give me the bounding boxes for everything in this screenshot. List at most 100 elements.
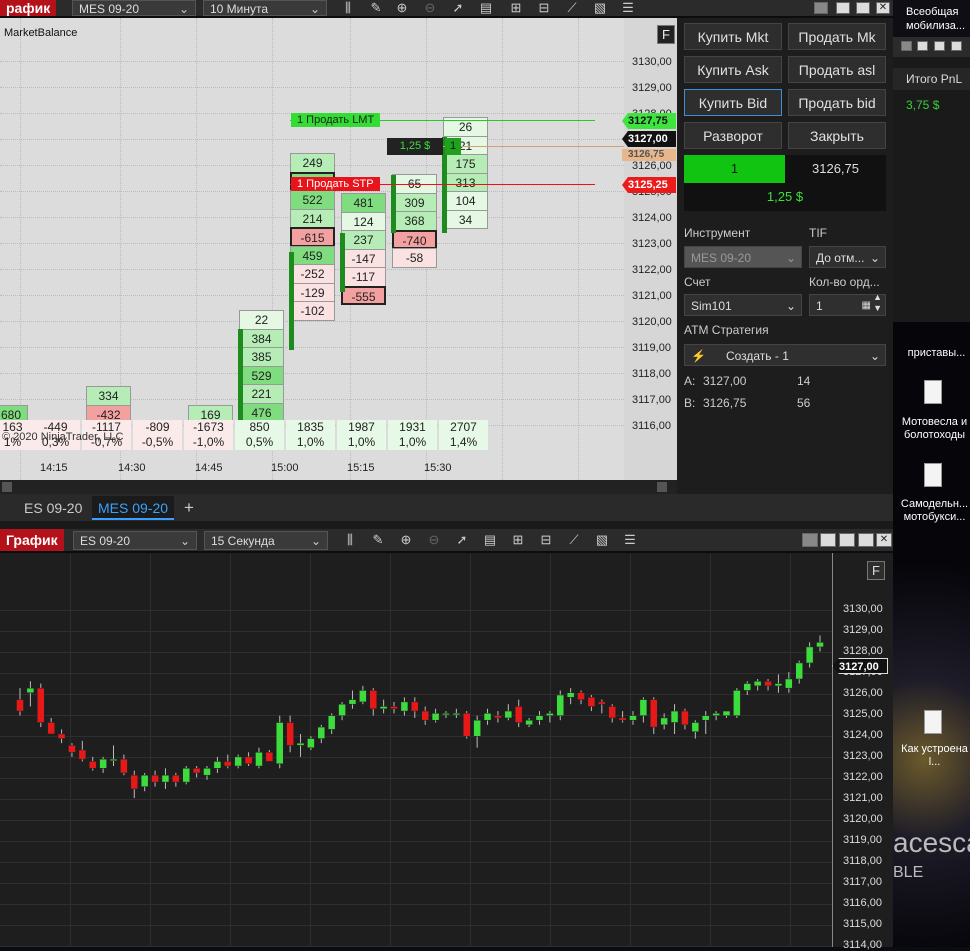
news-title: Всеобщая мобилиза... bbox=[906, 6, 966, 32]
atm-strategy-select[interactable]: ⚡ Создать - 1 ⌄ bbox=[684, 344, 886, 366]
bottom-f-button[interactable]: F bbox=[867, 561, 885, 580]
pnl-minimize2-button[interactable] bbox=[917, 41, 928, 51]
templates-icon[interactable]: ▧ bbox=[590, 0, 610, 16]
position-pnl-tag[interactable]: 1,25 $ bbox=[387, 138, 443, 155]
candle-body bbox=[327, 715, 336, 730]
pnl-maximize-button[interactable] bbox=[934, 41, 945, 51]
top-price-axis[interactable]: 3130,003129,003128,003127,003126,003125,… bbox=[624, 18, 677, 480]
candlestick-chart[interactable] bbox=[0, 553, 832, 947]
strategies-icon[interactable]: ⊟ bbox=[536, 532, 556, 548]
zoom-in-icon[interactable]: ⊕ bbox=[392, 0, 412, 16]
templates-icon[interactable]: ▧ bbox=[592, 532, 612, 548]
price-axis-label: 3129,00 bbox=[632, 82, 672, 94]
account-select[interactable]: Sim101 ⌄ bbox=[684, 294, 802, 316]
sell-stp-price-marker: 3125,25 bbox=[622, 177, 676, 193]
buy-bid-button[interactable]: Купить Bid bbox=[684, 89, 782, 116]
sell-ask-button[interactable]: Продать asl bbox=[788, 56, 886, 83]
top-window-title[interactable]: рафик bbox=[0, 0, 57, 16]
top-restore-button[interactable] bbox=[836, 2, 850, 14]
top-interval-select[interactable]: 10 Минута ⌄ bbox=[203, 0, 327, 16]
footprint-plot[interactable]: MarketBalance 680 334 -432 169 22 384 385 529 22… bbox=[0, 18, 624, 480]
scroll-left-icon[interactable] bbox=[2, 482, 12, 492]
footprint-column[interactable]: 334 -432 bbox=[86, 386, 131, 424]
pnl-minimize-button[interactable] bbox=[901, 41, 912, 51]
bottom-maximize-button[interactable] bbox=[858, 533, 874, 547]
data-box-icon[interactable]: ▤ bbox=[480, 532, 500, 548]
candle-body bbox=[57, 733, 66, 739]
desktop-icon-label-3[interactable]: Как устроена l... bbox=[899, 743, 970, 769]
indicators-icon[interactable]: ⊞ bbox=[506, 0, 526, 16]
reverse-button[interactable]: Разворот bbox=[684, 122, 782, 149]
top-maximize-button[interactable] bbox=[856, 2, 870, 14]
bottom-close-button[interactable]: ✕ bbox=[876, 533, 892, 547]
footprint-column[interactable]: 26 21 175 313 104 34 bbox=[443, 117, 488, 229]
sell-bid-button[interactable]: Продать bid bbox=[788, 89, 886, 116]
zoom-out-icon[interactable]: ⊖ bbox=[420, 0, 440, 16]
chart-trader-panel: Купить Mkt Продать Mk Купить Ask Продать… bbox=[677, 18, 893, 494]
candle-body bbox=[566, 692, 575, 698]
buy-mkt-button[interactable]: Купить Mkt bbox=[684, 23, 782, 50]
scroll-right-icon[interactable] bbox=[657, 482, 667, 492]
bottom-chart-area[interactable]: 3130,00 3129,00 3128,003127,00 3126,00 3125,… bbox=[0, 553, 893, 951]
properties-icon[interactable]: ☰ bbox=[618, 0, 638, 16]
top-instrument-select[interactable]: MES 09-20 ⌄ bbox=[72, 0, 196, 16]
zoom-out-icon[interactable]: ⊖ bbox=[424, 532, 444, 548]
footprint-column[interactable]: 481 124 237 -147 -117 -555 bbox=[341, 193, 386, 305]
top-f-button[interactable]: F bbox=[657, 25, 675, 44]
footprint-cell: 237 bbox=[341, 230, 386, 250]
zoom-in-icon[interactable]: ⊕ bbox=[396, 532, 416, 548]
footprint-cell: -58 bbox=[392, 248, 437, 268]
sell-stp-tag[interactable]: 1 Продать STP bbox=[291, 177, 380, 191]
top-chart-area[interactable]: MarketBalance 680 334 -432 169 22 384 385 529 22… bbox=[0, 18, 677, 480]
top-horizontal-scrollbar[interactable] bbox=[0, 480, 677, 494]
footprint-column[interactable]: 22 384 385 529 221 476 bbox=[239, 310, 284, 422]
bottom-instrument-select[interactable]: ES 09-20 ⌄ bbox=[73, 531, 197, 550]
bid-price: 3126,75 bbox=[703, 396, 747, 410]
spin-arrows-icon[interactable]: ▲ ▼ bbox=[873, 292, 882, 314]
pencil-icon[interactable]: ✎ bbox=[366, 0, 386, 16]
top-minimize-button[interactable] bbox=[814, 2, 828, 14]
document-icon[interactable] bbox=[924, 380, 942, 404]
drawing-tools-icon[interactable]: ⟋ bbox=[562, 0, 582, 16]
close-position-button[interactable]: Закрыть bbox=[788, 122, 886, 149]
strategies-icon[interactable]: ⊟ bbox=[534, 0, 554, 16]
bottom-restore-button[interactable] bbox=[839, 533, 855, 547]
bid-label: B: bbox=[684, 396, 696, 410]
properties-icon[interactable]: ☰ bbox=[620, 532, 640, 548]
news-widget[interactable]: Всеобщая мобилиза... bbox=[893, 0, 970, 37]
footprint-cell: 529 bbox=[239, 365, 284, 385]
sell-mkt-button[interactable]: Продать Mk bbox=[788, 23, 886, 50]
pencil-icon[interactable]: ✎ bbox=[368, 532, 388, 548]
pointer-icon[interactable]: ➚ bbox=[448, 0, 468, 16]
bar-type-icon[interactable]: ⫼ bbox=[340, 532, 360, 548]
desktop-icon-label-1[interactable]: Мотовесла и болотоходы bbox=[899, 416, 970, 442]
bottom-minimize2-button[interactable] bbox=[820, 533, 836, 547]
document-icon[interactable] bbox=[924, 463, 942, 487]
pointer-icon[interactable]: ➚ bbox=[452, 532, 472, 548]
bottom-window-title[interactable]: График bbox=[0, 529, 64, 551]
price-axis-label: 3125,00 bbox=[843, 708, 883, 720]
position-qty-tag[interactable]: 1 bbox=[445, 138, 461, 155]
order-qty-label: Кол-во орд... bbox=[809, 275, 880, 289]
top-close-button[interactable]: ✕ bbox=[876, 2, 890, 14]
add-tab-button[interactable]: + bbox=[178, 496, 200, 520]
calculator-icon[interactable]: ▦ bbox=[862, 295, 871, 317]
tif-select[interactable]: До отм... ⌄ bbox=[809, 246, 886, 268]
bottom-minimize-button[interactable] bbox=[802, 533, 818, 547]
price-axis-label: 3129,00 bbox=[843, 624, 883, 636]
indicators-icon[interactable]: ⊞ bbox=[508, 532, 528, 548]
sell-lmt-tag[interactable]: 1 Продать LMT bbox=[291, 113, 381, 127]
pnl-close-button[interactable] bbox=[951, 41, 962, 51]
document-icon[interactable] bbox=[924, 710, 942, 734]
buy-ask-button[interactable]: Купить Ask bbox=[684, 56, 782, 83]
drawing-tools-icon[interactable]: ⟋ bbox=[564, 532, 584, 548]
tab-mes[interactable]: MES 09-20 bbox=[92, 496, 175, 520]
footprint-column[interactable]: 65 309 368 -740 -58 bbox=[392, 174, 437, 268]
instrument-select[interactable]: MES 09-20 ⌄ bbox=[684, 246, 802, 268]
tab-es[interactable]: ES 09-20 bbox=[18, 496, 88, 520]
bar-type-icon[interactable]: ⫼ bbox=[338, 0, 358, 16]
order-qty-stepper[interactable]: 1 ▦ ▲ ▼ bbox=[809, 292, 886, 317]
desktop-icon-label-2[interactable]: Самодельн... мотобукси... bbox=[899, 498, 970, 524]
data-box-icon[interactable]: ▤ bbox=[476, 0, 496, 16]
bottom-interval-select[interactable]: 15 Секунда ⌄ bbox=[204, 531, 328, 550]
